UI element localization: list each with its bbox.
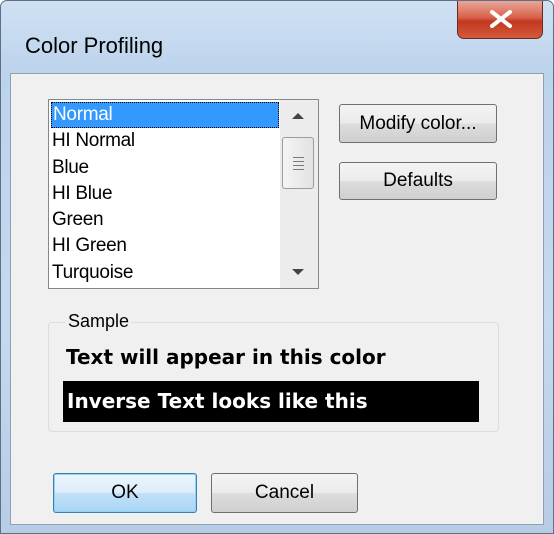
sample-groupbox: Sample Text will appear in this color In… bbox=[48, 311, 499, 432]
grip-line bbox=[293, 169, 304, 170]
list-item-turquoise[interactable]: Turquoise bbox=[51, 260, 279, 286]
grip-line bbox=[293, 157, 304, 158]
list-scrollbar[interactable] bbox=[280, 100, 318, 288]
list-item-blue[interactable]: Blue bbox=[51, 155, 279, 181]
grip-line bbox=[293, 161, 304, 162]
window-title: Color Profiling bbox=[25, 33, 164, 58]
scroll-thumb[interactable] bbox=[282, 137, 314, 189]
scroll-up-arrow-icon[interactable] bbox=[292, 113, 304, 119]
list-item-hi-green[interactable]: HI Green bbox=[51, 233, 279, 259]
ok-button[interactable]: OK bbox=[53, 473, 197, 513]
list-item-normal[interactable]: Normal bbox=[51, 102, 279, 129]
cancel-button[interactable]: Cancel bbox=[211, 473, 358, 513]
scroll-down-arrow-icon[interactable] bbox=[292, 269, 304, 275]
close-button[interactable] bbox=[457, 1, 543, 39]
color-profiling-dialog: Color Profiling Normal HI Normal Blue HI… bbox=[0, 0, 554, 534]
sample-text: Text will appear in this color bbox=[66, 345, 386, 369]
list-item-hi-blue[interactable]: HI Blue bbox=[51, 181, 279, 207]
grip-line bbox=[293, 165, 304, 166]
color-listbox[interactable]: Normal HI Normal Blue HI Blue Green HI G… bbox=[48, 99, 319, 289]
modify-color-button[interactable]: Modify color... bbox=[339, 104, 497, 143]
inverse-sample-text: Inverse Text looks like this bbox=[63, 381, 479, 422]
sample-label: Sample bbox=[65, 311, 133, 332]
list-item-hi-normal[interactable]: HI Normal bbox=[51, 128, 279, 154]
dialog-client-area: Normal HI Normal Blue HI Blue Green HI G… bbox=[10, 73, 544, 525]
close-icon bbox=[490, 10, 512, 28]
color-list: Normal HI Normal Blue HI Blue Green HI G… bbox=[51, 102, 279, 286]
defaults-button[interactable]: Defaults bbox=[339, 162, 497, 200]
list-item-green[interactable]: Green bbox=[51, 207, 279, 233]
